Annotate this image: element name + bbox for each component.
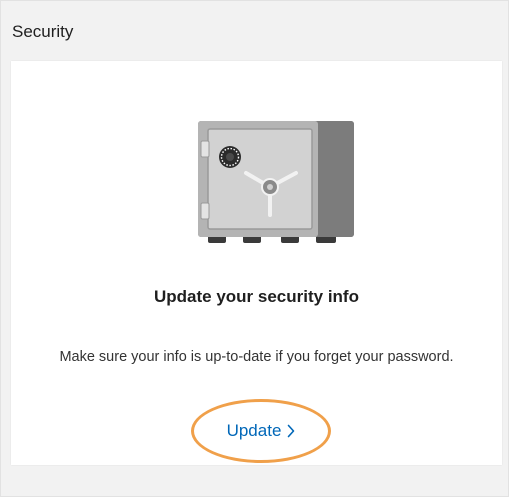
update-link-label: Update <box>226 421 282 440</box>
security-panel: Security Update your security info Make … <box>0 0 509 497</box>
update-link-wrapper: Update <box>191 399 331 463</box>
safe-icon <box>198 121 354 243</box>
card-heading: Update your security info <box>154 287 359 306</box>
panel-title: Security <box>12 22 74 41</box>
card-description: Make sure your info is up-to-date if you… <box>59 349 454 365</box>
update-link[interactable]: Update <box>191 399 331 463</box>
chevron-right-icon <box>288 424 295 438</box>
security-info-card: Update your security info Make sure your… <box>11 61 502 465</box>
